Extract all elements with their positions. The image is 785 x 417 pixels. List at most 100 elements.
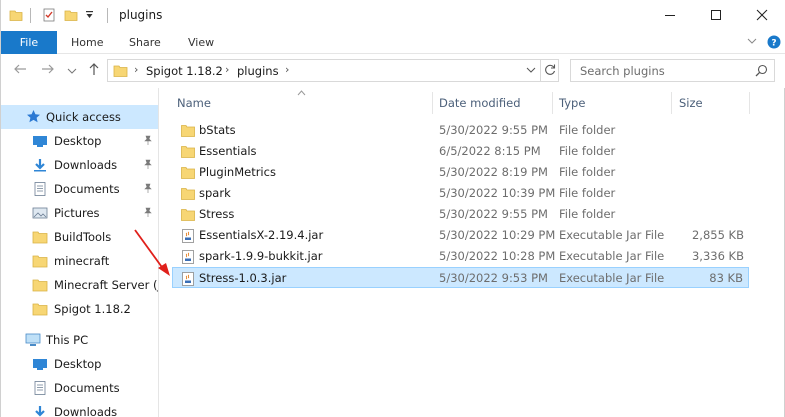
folder-icon — [181, 124, 195, 137]
title-bar: plugins — [1, 0, 785, 31]
folder-icon — [181, 145, 195, 158]
column-header-name[interactable]: Name — [177, 96, 211, 110]
minimize-button[interactable] — [647, 0, 693, 30]
nav-item-documents[interactable]: Documents — [1, 177, 158, 201]
file-size: 83 KB — [709, 271, 743, 285]
desktop-icon — [32, 134, 48, 148]
folder-icon — [32, 302, 48, 316]
file-explorer-window: plugins File Home Share View ? › Spigot … — [0, 0, 785, 417]
file-row-selected[interactable]: Stress-1.0.3.jar 5/30/2022 9:53 PM Executa… — [172, 267, 749, 288]
nav-pc-desktop[interactable]: Desktop — [1, 352, 158, 376]
refresh-button[interactable] — [543, 63, 557, 80]
file-name: Stress-1.0.3.jar — [199, 271, 287, 285]
folder-icon — [181, 208, 195, 221]
back-button[interactable] — [13, 62, 27, 80]
chevron-down-icon — [67, 68, 77, 74]
file-row[interactable]: EssentialsX-2.19.4.jar 5/30/2022 10:29 PM… — [172, 225, 749, 246]
new-folder-icon[interactable] — [64, 6, 78, 24]
file-name: EssentialsX-2.19.4.jar — [199, 228, 324, 242]
file-type: File folder — [559, 144, 616, 158]
close-button[interactable] — [739, 0, 785, 30]
tab-share[interactable]: Share — [129, 36, 161, 49]
address-bar[interactable]: › Spigot 1.18.2 › plugins › — [107, 59, 559, 82]
folder-icon — [32, 230, 48, 244]
breadcrumb-spigot[interactable]: Spigot 1.18.2 — [146, 64, 223, 78]
up-button[interactable] — [87, 62, 101, 80]
tab-view[interactable]: View — [188, 36, 214, 49]
nav-label: Documents — [54, 182, 120, 196]
jar-file-icon — [181, 272, 195, 286]
pin-icon — [143, 135, 153, 148]
nav-label: Downloads — [54, 158, 118, 172]
nav-label: BuildTools — [54, 230, 112, 244]
minimize-icon — [665, 15, 675, 16]
customize-toolbar-icon[interactable] — [85, 6, 95, 24]
pin-icon — [143, 159, 153, 172]
file-type: Executable Jar File — [559, 228, 665, 242]
column-header-size[interactable]: Size — [679, 96, 703, 110]
breadcrumb-plugins[interactable]: plugins — [237, 64, 279, 78]
jar-file-icon — [181, 250, 195, 264]
downloads-icon — [32, 405, 48, 417]
chevron-down-icon — [526, 67, 536, 73]
column-header-type[interactable]: Type — [559, 96, 585, 110]
ribbon-tabs: File Home Share View ? — [1, 31, 785, 54]
breadcrumb-separator[interactable]: › — [285, 63, 289, 76]
jar-file-icon — [181, 229, 195, 243]
file-row[interactable]: Essentials 6/5/2022 8:15 PM File folder — [172, 141, 749, 162]
search-box[interactable]: Search plugins — [570, 59, 775, 82]
file-type: File folder — [559, 186, 616, 200]
recent-locations-button[interactable] — [67, 64, 77, 80]
file-date: 5/30/2022 10:28 PM — [439, 249, 556, 263]
file-type: Executable Jar File — [559, 271, 665, 285]
folder-icon — [32, 278, 48, 292]
forward-button[interactable] — [41, 62, 55, 80]
nav-label: Downloads — [54, 405, 118, 417]
nav-quick-access[interactable]: Quick access — [1, 105, 158, 129]
file-date: 5/30/2022 8:19 PM — [439, 165, 548, 179]
nav-label: minecraft — [54, 254, 110, 268]
column-header-date[interactable]: Date modified — [439, 96, 521, 110]
nav-label: Pictures — [54, 206, 100, 220]
file-row[interactable]: Stress 5/30/2022 9:55 PM File folder — [172, 204, 749, 225]
star-icon — [26, 109, 41, 127]
nav-item-spigot[interactable]: Spigot 1.18.2 — [1, 297, 158, 321]
expand-ribbon-button[interactable] — [746, 35, 758, 47]
file-size: 3,336 KB — [691, 249, 744, 263]
file-name: Essentials — [199, 144, 257, 158]
tab-home[interactable]: Home — [71, 36, 103, 49]
file-row[interactable]: PluginMetrics 5/30/2022 8:19 PM File folde… — [172, 162, 749, 183]
back-arrow-icon — [14, 64, 26, 74]
folder-icon — [9, 6, 23, 24]
breadcrumb-separator[interactable]: › — [225, 63, 229, 76]
desktop-icon — [32, 357, 48, 371]
file-name: bStats — [199, 123, 236, 137]
tab-file[interactable]: File — [1, 31, 57, 54]
nav-this-pc[interactable]: This PC — [1, 328, 158, 352]
breadcrumb-separator[interactable]: › — [134, 63, 138, 76]
svg-text:?: ? — [771, 39, 776, 49]
column-header: Name Date modified Type Size — [172, 88, 750, 116]
search-input[interactable]: Search plugins — [580, 64, 665, 78]
nav-pc-documents[interactable]: Documents — [1, 376, 158, 400]
file-row[interactable]: spark 5/30/2022 10:39 PM File folder — [172, 183, 749, 204]
nav-item-downloads[interactable]: Downloads — [1, 153, 158, 177]
refresh-icon — [545, 64, 556, 75]
nav-pc-downloads[interactable]: Downloads — [1, 400, 158, 417]
file-type: File folder — [559, 207, 616, 221]
downloads-icon — [32, 158, 48, 172]
help-button[interactable]: ? — [767, 35, 781, 49]
properties-icon[interactable] — [42, 6, 56, 24]
address-history-button[interactable] — [526, 65, 536, 78]
folder-icon — [181, 166, 195, 179]
file-name: spark-1.9.9-bukkit.jar — [199, 249, 323, 263]
nav-item-pictures[interactable]: Pictures — [1, 201, 158, 225]
pin-icon — [143, 183, 153, 196]
file-row[interactable]: bStats 5/30/2022 9:55 PM File folder — [172, 120, 749, 141]
nav-item-desktop[interactable]: Desktop — [1, 129, 158, 153]
file-date: 5/30/2022 9:55 PM — [439, 123, 548, 137]
maximize-button[interactable] — [693, 0, 739, 30]
help-icon: ? — [767, 35, 781, 49]
file-row[interactable]: spark-1.9.9-bukkit.jar 5/30/2022 10:28 PM… — [172, 246, 749, 267]
file-date: 5/30/2022 10:39 PM — [439, 186, 556, 200]
